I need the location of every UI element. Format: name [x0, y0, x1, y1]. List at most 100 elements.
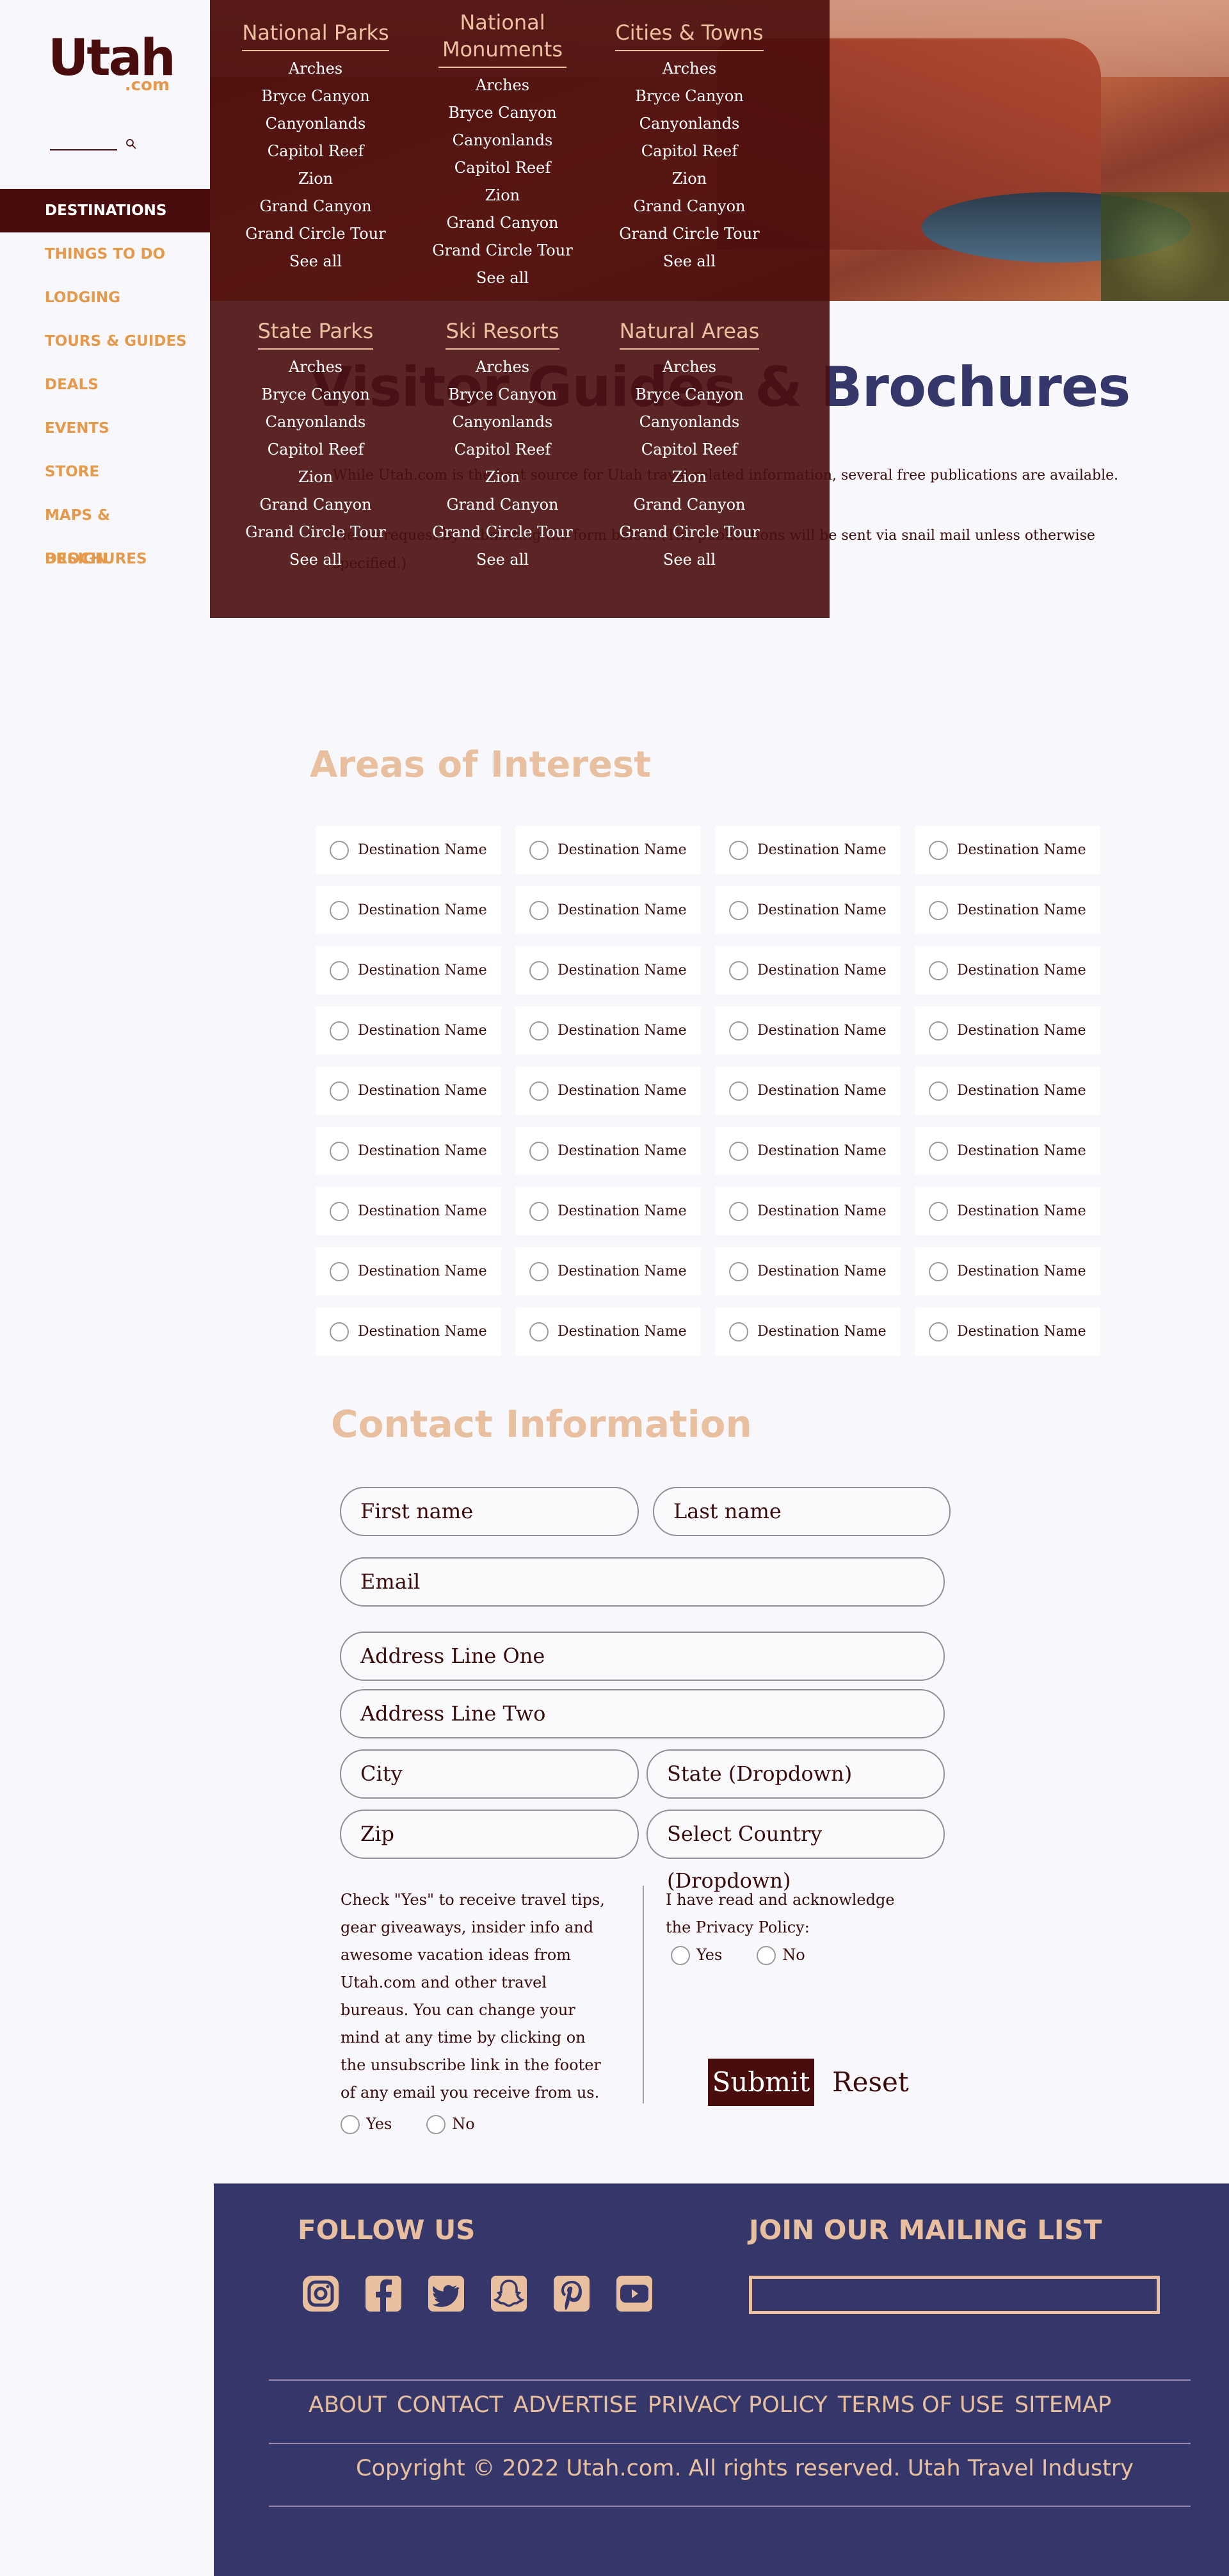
area-option[interactable]: Destination Name: [715, 886, 901, 934]
country-dropdown[interactable]: Select Country (Dropdown): [647, 1810, 945, 1893]
snapchat-icon[interactable]: [488, 2273, 529, 2314]
area-option[interactable]: Destination Name: [915, 1127, 1100, 1175]
area-option[interactable]: Destination Name: [515, 1127, 701, 1175]
area-option[interactable]: Destination Name: [515, 1187, 701, 1235]
first-name-field[interactable]: First name: [340, 1487, 639, 1536]
mailing-list-input[interactable]: [749, 2276, 1160, 2314]
area-radio[interactable]: [330, 1021, 349, 1041]
mega-link[interactable]: Canyonlands: [606, 110, 773, 138]
mega-link[interactable]: Canyonlands: [419, 409, 586, 436]
area-radio[interactable]: [929, 1081, 948, 1101]
area-radio[interactable]: [529, 1081, 549, 1101]
nav-item-deals[interactable]: DEALS: [0, 363, 210, 407]
mega-heading[interactable]: National Parks: [242, 19, 389, 51]
mega-link[interactable]: Canyonlands: [419, 127, 586, 154]
area-option[interactable]: Destination Name: [316, 1247, 501, 1295]
area-option[interactable]: Destination Name: [316, 1067, 501, 1115]
area-radio[interactable]: [729, 1021, 748, 1041]
mega-link-see-all[interactable]: See all: [606, 248, 773, 275]
area-option[interactable]: Destination Name: [515, 886, 701, 934]
mega-link[interactable]: Zion: [419, 182, 586, 209]
pinterest-icon[interactable]: [551, 2273, 592, 2314]
area-radio[interactable]: [729, 1261, 748, 1281]
mega-link[interactable]: Zion: [606, 165, 773, 193]
footer-link-privacy-policy[interactable]: PRIVACY POLICY: [648, 2392, 828, 2418]
area-radio[interactable]: [929, 1021, 948, 1041]
facebook-icon[interactable]: [363, 2273, 404, 2314]
area-option[interactable]: Destination Name: [715, 1187, 901, 1235]
area-radio[interactable]: [729, 1322, 748, 1341]
area-option[interactable]: Destination Name: [715, 1308, 901, 1356]
area-option[interactable]: Destination Name: [915, 946, 1100, 994]
mega-link[interactable]: Grand Circle Tour: [419, 519, 586, 546]
area-option[interactable]: Destination Name: [915, 1187, 1100, 1235]
utah-logo[interactable]: Utah .com: [48, 33, 176, 95]
mega-link[interactable]: Arches: [232, 353, 399, 381]
area-radio[interactable]: [929, 1322, 948, 1341]
mega-link[interactable]: Grand Canyon: [419, 491, 586, 519]
area-option[interactable]: Destination Name: [915, 1247, 1100, 1295]
area-radio[interactable]: [729, 840, 748, 860]
mega-link[interactable]: Bryce Canyon: [419, 381, 586, 409]
mega-link[interactable]: Arches: [606, 55, 773, 83]
mega-link[interactable]: Capitol Reef: [606, 138, 773, 165]
mega-link[interactable]: Grand Circle Tour: [606, 220, 773, 248]
area-radio[interactable]: [929, 840, 948, 860]
mega-link[interactable]: Arches: [419, 353, 586, 381]
area-option[interactable]: Destination Name: [515, 946, 701, 994]
area-radio[interactable]: [330, 840, 349, 860]
nav-item-maps-brochures[interactable]: MAPS & BROCHURES: [0, 494, 210, 567]
mega-link[interactable]: Grand Canyon: [606, 193, 773, 220]
area-radio[interactable]: [729, 900, 748, 920]
area-radio[interactable]: [529, 960, 549, 980]
mega-heading[interactable]: State Parks: [257, 318, 374, 350]
area-option[interactable]: Destination Name: [515, 1067, 701, 1115]
area-radio[interactable]: [729, 960, 748, 980]
area-radio[interactable]: [529, 1261, 549, 1281]
city-field[interactable]: City: [340, 1749, 639, 1799]
mega-link[interactable]: Zion: [232, 165, 399, 193]
area-radio[interactable]: [529, 1322, 549, 1341]
email-field[interactable]: Email: [340, 1557, 945, 1607]
mega-link[interactable]: Arches: [606, 353, 773, 381]
area-option[interactable]: Destination Name: [515, 1007, 701, 1055]
area-radio[interactable]: [529, 1021, 549, 1041]
mega-heading[interactable]: Natural Areas: [619, 318, 760, 350]
privacy-no-radio[interactable]: [757, 1945, 776, 1965]
mega-link[interactable]: Bryce Canyon: [419, 99, 586, 127]
mega-link[interactable]: Zion: [232, 464, 399, 491]
area-option[interactable]: Destination Name: [316, 826, 501, 874]
mega-link[interactable]: Grand Circle Tour: [606, 519, 773, 546]
area-radio[interactable]: [529, 1201, 549, 1221]
area-option[interactable]: Destination Name: [715, 1007, 901, 1055]
area-option[interactable]: Destination Name: [715, 1067, 901, 1115]
area-radio[interactable]: [929, 900, 948, 920]
area-option[interactable]: Destination Name: [715, 826, 901, 874]
area-option[interactable]: Destination Name: [515, 1308, 701, 1356]
area-radio[interactable]: [330, 1201, 349, 1221]
mega-link[interactable]: Grand Canyon: [232, 491, 399, 519]
footer-link-contact[interactable]: CONTACT: [397, 2392, 503, 2418]
area-option[interactable]: Destination Name: [316, 1187, 501, 1235]
reset-button[interactable]: Reset: [832, 2059, 909, 2106]
area-radio[interactable]: [330, 900, 349, 920]
mega-link[interactable]: Canyonlands: [232, 110, 399, 138]
nav-item-things-to-do[interactable]: THINGS TO DO: [0, 232, 210, 276]
nav-item-lodging[interactable]: LODGING: [0, 276, 210, 320]
mega-link-see-all[interactable]: See all: [232, 546, 399, 574]
privacy-yes-radio[interactable]: [671, 1945, 690, 1965]
nav-item-tours-guides[interactable]: TOURS & GUIDES: [0, 320, 210, 363]
mega-link-see-all[interactable]: See all: [232, 248, 399, 275]
mega-link[interactable]: Capitol Reef: [419, 436, 586, 464]
mega-link[interactable]: Canyonlands: [606, 409, 773, 436]
area-radio[interactable]: [330, 1141, 349, 1161]
youtube-icon[interactable]: [614, 2273, 655, 2314]
mega-link[interactable]: Grand Circle Tour: [232, 519, 399, 546]
mega-link[interactable]: Capitol Reef: [606, 436, 773, 464]
last-name-field[interactable]: Last name: [653, 1487, 951, 1536]
area-option[interactable]: Destination Name: [715, 946, 901, 994]
area-option[interactable]: Destination Name: [316, 1308, 501, 1356]
area-radio[interactable]: [529, 900, 549, 920]
submit-button[interactable]: Submit: [708, 2059, 814, 2106]
area-option[interactable]: Destination Name: [915, 1007, 1100, 1055]
